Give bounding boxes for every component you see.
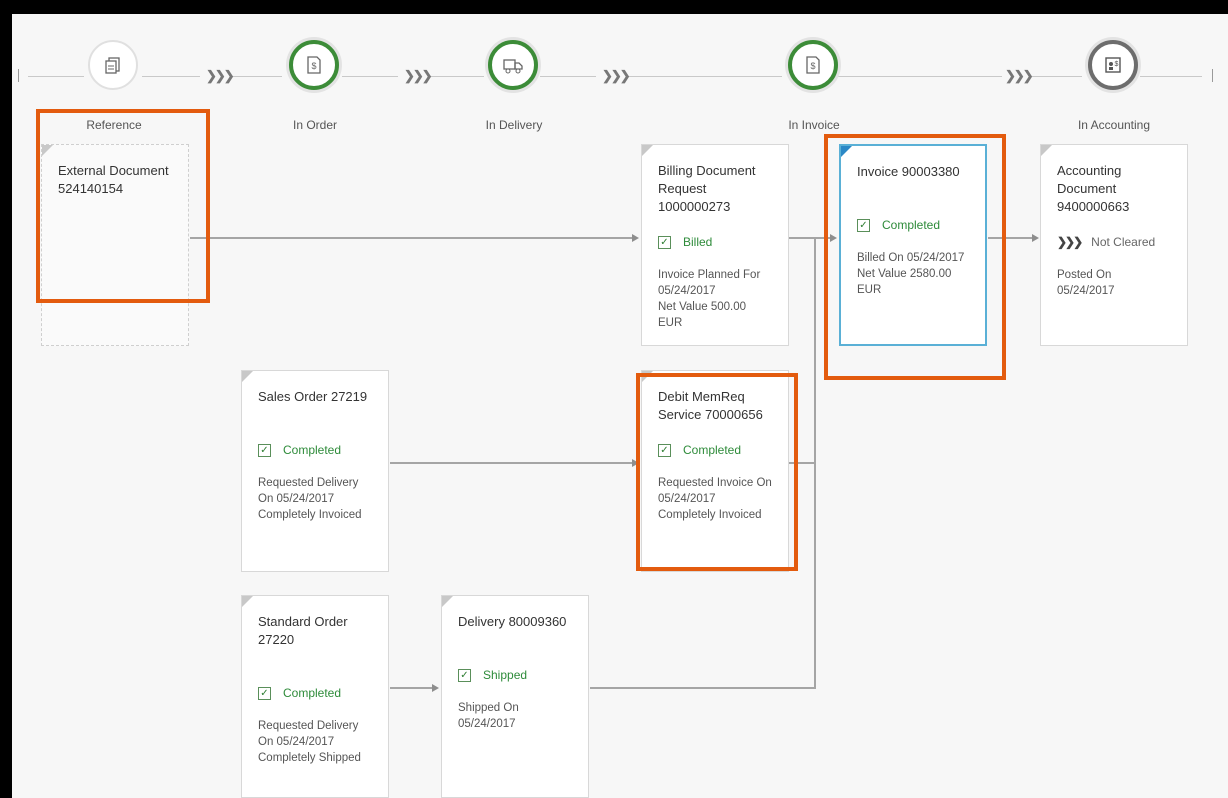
status-text: Billed	[683, 235, 713, 249]
arrow-right-icon	[632, 234, 639, 242]
stage-label: In Delivery	[485, 118, 543, 132]
node-title: Debit MemReq Service 70000656	[658, 389, 763, 422]
detail-text: Shipped On 05/24/2017	[458, 702, 519, 730]
node-title: Invoice 90003380	[857, 164, 960, 179]
lane-line	[28, 76, 84, 77]
stage-label: In Accounting	[1077, 118, 1151, 132]
lane-line	[540, 76, 596, 77]
lane-start-tick	[18, 69, 19, 82]
lane-line	[1032, 76, 1082, 77]
node-corner	[841, 146, 852, 157]
status-badge: ✓ Shipped	[458, 666, 573, 684]
lane-line	[142, 76, 200, 77]
connector-line	[988, 237, 1034, 239]
connector-line	[190, 237, 634, 239]
invoice-document-icon: $	[788, 40, 838, 90]
node-sales-order[interactable]: Sales Order 27219 ✓ Completed Requested D…	[241, 370, 389, 572]
status-text: Not Cleared	[1091, 235, 1156, 249]
checkbox-icon: ✓	[658, 443, 671, 457]
lane-line	[838, 76, 1002, 77]
stage-label: Reference	[86, 118, 142, 132]
node-title: Standard Order 27220	[258, 614, 348, 647]
node-delivery[interactable]: Delivery 80009360 ✓ Shipped Shipped On 05…	[441, 595, 589, 798]
status-text: Completed	[882, 218, 941, 232]
detail-text: Invoice Planned For 05/24/2017	[658, 269, 761, 297]
chevron-right-icon: ❯❯❯	[206, 68, 235, 83]
node-corner	[1041, 145, 1052, 156]
node-corner	[642, 145, 653, 156]
status-text: Shipped	[483, 668, 528, 682]
connector-line	[788, 462, 816, 464]
chevron-right-icon: ❯❯❯	[1057, 235, 1083, 249]
node-corner	[242, 371, 253, 382]
node-title: Sales Order 27219	[258, 389, 368, 404]
status-badge: ✓ Completed	[658, 441, 773, 459]
status-badge: ❯❯❯ Not Cleared	[1057, 233, 1172, 251]
checkbox-icon: ✓	[458, 668, 471, 682]
svg-text:$: $	[1115, 61, 1119, 68]
node-accounting-document[interactable]: Accounting Document 9400000663 ❯❯❯ Not Cl…	[1040, 144, 1188, 346]
status-text: Completed	[683, 443, 742, 457]
checkbox-icon: ✓	[258, 686, 271, 700]
detail-text: Posted On 05/24/2017	[1057, 269, 1115, 297]
node-title: Accounting Document 9400000663	[1057, 163, 1130, 214]
detail-text: Requested Delivery On 05/24/2017	[258, 720, 359, 748]
detail-text: Net Value 500.00 EUR	[658, 301, 747, 329]
connector-line	[590, 687, 816, 689]
status-badge: ✓ Billed	[658, 233, 773, 251]
detail-text: Requested Delivery On 05/24/2017	[258, 477, 359, 505]
node-title: External Document 524140154	[58, 163, 169, 196]
connector-line	[788, 237, 834, 239]
truck-icon	[488, 40, 538, 90]
detail-text: Completely Invoiced	[658, 509, 762, 521]
node-invoice[interactable]: Invoice 90003380 ✓ Completed Billed On 05…	[839, 144, 987, 346]
process-flow-canvas: ❯❯❯ ❯❯❯ ❯❯❯ ❯❯❯ Reference $ In Order In …	[12, 14, 1228, 798]
arrow-right-icon	[830, 234, 837, 242]
status-text: Completed	[283, 443, 342, 457]
lane-line	[1140, 76, 1202, 77]
lane-line	[342, 76, 398, 77]
svg-text:$: $	[810, 61, 815, 71]
order-document-icon: $	[289, 40, 339, 90]
detail-text: Net Value 2580.00 EUR	[857, 268, 952, 296]
detail-text: Completely Shipped	[258, 752, 361, 764]
node-billing-document-request[interactable]: Billing Document Request 1000000273 ✓ Bil…	[641, 144, 789, 346]
status-badge: ✓ Completed	[258, 441, 373, 459]
document-copy-icon	[88, 40, 138, 90]
node-debit-memo-request[interactable]: Debit MemReq Service 70000656 ✓ Completed…	[641, 370, 789, 572]
node-title: Delivery 80009360	[458, 614, 567, 629]
lane-line	[626, 76, 782, 77]
node-corner	[42, 145, 53, 156]
detail-text: Completely Invoiced	[258, 509, 362, 521]
lane-line	[428, 76, 484, 77]
svg-text:$: $	[311, 61, 316, 71]
detail-text: Requested Invoice On 05/24/2017	[658, 477, 772, 505]
node-corner	[242, 596, 253, 607]
accounting-document-icon: $	[1088, 40, 1138, 90]
stage-label: In Invoice	[788, 118, 840, 132]
arrow-right-icon	[1032, 234, 1039, 242]
lane-line	[230, 76, 282, 77]
checkbox-icon: ✓	[857, 218, 870, 232]
chevron-right-icon: ❯❯❯	[404, 68, 433, 83]
arrow-right-icon	[432, 684, 439, 692]
connector-line	[390, 687, 434, 689]
node-corner	[642, 371, 653, 382]
status-text: Completed	[283, 686, 342, 700]
status-badge: ✓ Completed	[258, 684, 373, 702]
node-external-document[interactable]: External Document 524140154	[41, 144, 189, 346]
detail-text: Billed On 05/24/2017	[857, 252, 965, 264]
stage-label: In Order	[292, 118, 337, 132]
lane-end-tick	[1212, 69, 1213, 82]
node-corner	[442, 596, 453, 607]
checkbox-icon: ✓	[658, 235, 671, 249]
connector-line	[390, 462, 634, 464]
chevron-right-icon: ❯❯❯	[602, 68, 631, 83]
node-title: Billing Document Request 1000000273	[658, 163, 756, 214]
status-badge: ✓ Completed	[857, 216, 970, 234]
arrow-right-icon	[632, 459, 639, 467]
chevron-right-icon: ❯❯❯	[1005, 68, 1034, 83]
checkbox-icon: ✓	[258, 443, 271, 457]
node-standard-order[interactable]: Standard Order 27220 ✓ Completed Requeste…	[241, 595, 389, 798]
